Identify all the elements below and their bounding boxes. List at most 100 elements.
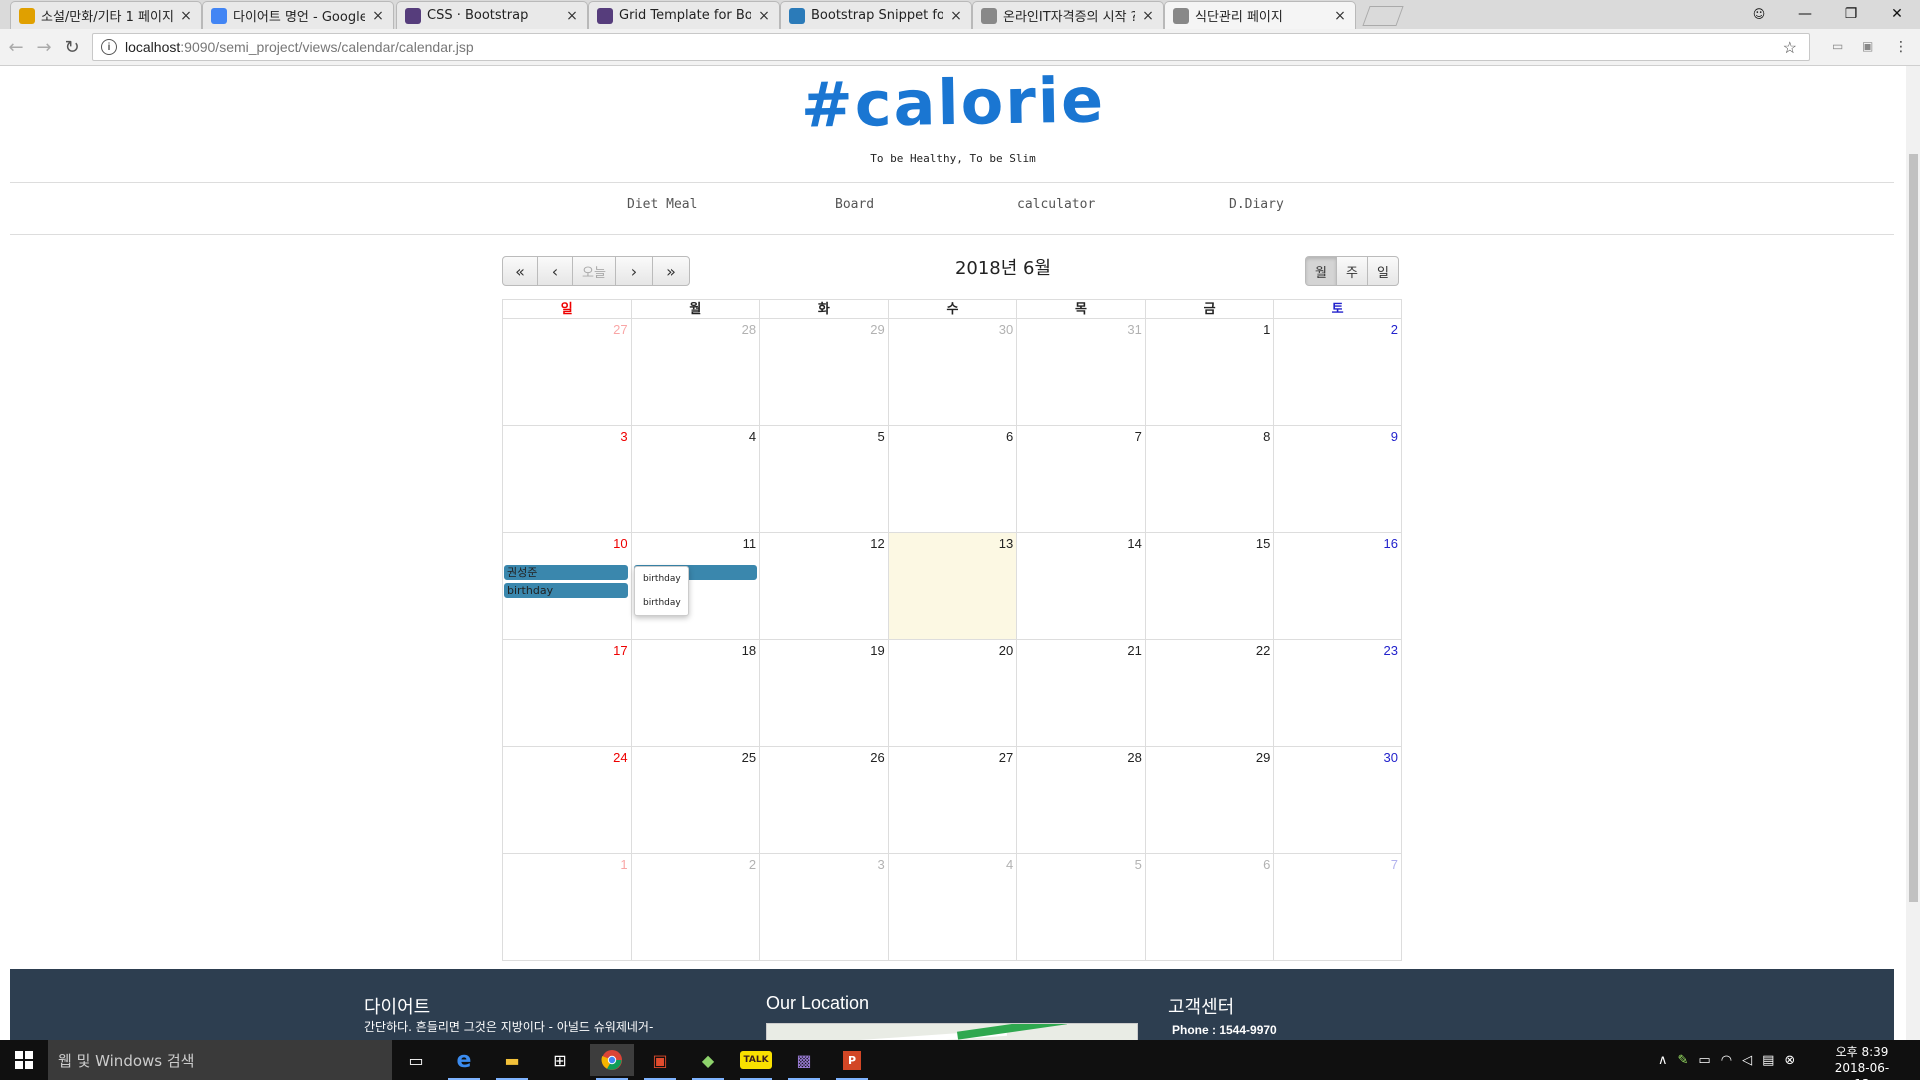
calendar-day[interactable]: 16 [1273,533,1402,640]
close-tab-icon[interactable]: × [1333,8,1347,24]
calendar-day[interactable]: 1 [1144,319,1274,426]
notification-icon[interactable]: ▤ [1762,1053,1774,1068]
menu-calculator[interactable]: calculator [1017,197,1095,212]
calendar-day[interactable]: 21 [1016,640,1145,747]
chrome-icon[interactable] [590,1044,634,1080]
calendar-day-today[interactable]: 13 [887,533,1017,640]
browser-tab[interactable]: Grid Template for Bootst × [588,1,780,29]
volume-icon[interactable]: ◁ [1742,1053,1752,1068]
show-hidden-icons-icon[interactable]: ∧ [1658,1053,1668,1068]
new-tab-button[interactable] [1362,6,1404,26]
calendar-day[interactable]: 5 [759,426,888,533]
taskbar-clock[interactable]: 오후 8:39 2018-06-13 [1832,1044,1892,1080]
calendar-day[interactable]: 20 [887,640,1017,747]
popover-item[interactable]: birthday [635,567,688,591]
menu-kebab-icon[interactable]: ⋮ [1894,39,1910,55]
battery-icon[interactable]: ▭ [1698,1053,1710,1068]
ime-icon[interactable]: ⊗ [1784,1053,1795,1068]
calendar-day[interactable]: 29 [1144,747,1274,854]
page-scrollbar[interactable] [1906,66,1920,1040]
wifi-icon[interactable]: ◠ [1721,1053,1732,1068]
close-tab-icon[interactable]: × [1141,8,1155,24]
calendar-day[interactable]: 4 [887,854,1017,961]
forward-icon[interactable]: → [32,35,56,59]
calendar-day[interactable]: 17 [502,640,631,747]
edge-icon[interactable]: e [442,1044,486,1080]
calendar-day[interactable]: 6 [887,426,1017,533]
calendar-day[interactable]: 30 [887,319,1017,426]
calendar-day[interactable]: 5 [1016,854,1145,961]
site-logo[interactable]: #calorie [0,66,1906,157]
month-view-button[interactable]: 월 [1305,256,1337,286]
calendar-day[interactable]: 1 [502,854,631,961]
location-map[interactable] [766,1023,1138,1040]
calendar-day[interactable]: 29 [759,319,888,426]
calendar-day[interactable]: 27 [502,319,631,426]
week-view-button[interactable]: 주 [1336,256,1368,286]
url-input[interactable]: i localhost:9090/semi_project/views/cale… [92,33,1810,61]
store-icon[interactable]: ⊞ [538,1044,582,1076]
calendar-day[interactable]: 7 [1016,426,1145,533]
close-tab-icon[interactable]: × [949,8,963,24]
calendar-day[interactable]: 9 [1273,426,1402,533]
bookmark-star-icon[interactable]: ☆ [1783,38,1797,58]
calendar-day[interactable]: 28 [1016,747,1145,854]
calendar-day[interactable]: 6 [1144,854,1274,961]
calendar-day[interactable]: 7 [1273,854,1402,961]
file-explorer-icon[interactable]: ▬ [490,1044,534,1080]
calendar-event[interactable]: birthday [504,583,628,598]
pen-icon[interactable]: ✎ [1678,1053,1689,1068]
folder-app-icon[interactable]: ◆ [686,1044,730,1080]
extension-icon[interactable]: ▭ [1832,39,1848,55]
calendar-day[interactable]: 30 [1273,747,1402,854]
calendar-day[interactable]: 15 [1144,533,1274,640]
calendar-day[interactable]: 22 [1144,640,1274,747]
calendar-event[interactable]: 권성준 [504,565,628,580]
browser-tab[interactable]: CSS · Bootstrap × [396,1,588,29]
info-icon[interactable]: i [101,39,117,55]
menu-d-diary[interactable]: D.Diary [1229,197,1284,212]
game-app-icon[interactable]: ▩ [782,1044,826,1080]
close-tab-icon[interactable]: × [565,8,579,24]
close-tab-icon[interactable]: × [757,8,771,24]
calendar-day[interactable]: 3 [759,854,888,961]
browser-tab[interactable]: 다이어트 명언 - Google × [202,1,394,29]
calendar-day[interactable]: 2 [1273,319,1402,426]
powerpoint-icon[interactable]: P [830,1044,874,1080]
calendar-day[interactable]: 28 [630,319,760,426]
calendar-day[interactable]: 26 [759,747,888,854]
calendar-day[interactable]: 8 [1144,426,1274,533]
back-icon[interactable]: ← [4,35,28,59]
profile-icon[interactable]: ☺ [1736,0,1782,28]
calendar-day[interactable]: 24 [502,747,631,854]
extension-icon[interactable]: ▣ [1862,39,1878,55]
calendar-day[interactable]: 25 [630,747,760,854]
popover-item[interactable]: birthday [635,591,688,615]
reload-icon[interactable]: ↻ [60,35,84,59]
close-tab-icon[interactable]: × [371,8,385,24]
calendar-day[interactable]: 12 [759,533,888,640]
browser-tab[interactable]: 온라인IT자격증의 시작 ? × [972,1,1164,29]
browser-tab[interactable]: 식단관리 페이지 × [1164,1,1356,29]
close-window-button[interactable]: ✕ [1874,0,1920,28]
scrollbar-thumb[interactable] [1909,154,1918,902]
calendar-day[interactable]: 23 [1273,640,1402,747]
menu-diet-meal[interactable]: Diet Meal [627,197,697,212]
day-view-button[interactable]: 일 [1367,256,1399,286]
browser-tab[interactable]: Bootstrap Snippet foote × [780,1,972,29]
paint-icon[interactable]: ▣ [638,1044,682,1080]
menu-board[interactable]: Board [835,197,874,212]
close-tab-icon[interactable]: × [179,8,193,24]
calendar-day[interactable]: 31 [1016,319,1145,426]
calendar-day[interactable]: 3 [502,426,631,533]
start-button[interactable] [0,1040,48,1080]
task-view-icon[interactable]: ▭ [394,1044,438,1076]
calendar-day[interactable]: 18 [630,640,760,747]
calendar-day[interactable]: 2 [630,854,760,961]
calendar-day[interactable]: 14 [1016,533,1145,640]
restore-button[interactable]: ❐ [1828,0,1874,28]
minimize-button[interactable]: — [1782,0,1828,28]
calendar-day[interactable]: 27 [887,747,1017,854]
browser-tab[interactable]: 소설/만화/기타 1 페이지 × [10,1,202,29]
kakaotalk-icon[interactable]: TALK [734,1044,778,1080]
